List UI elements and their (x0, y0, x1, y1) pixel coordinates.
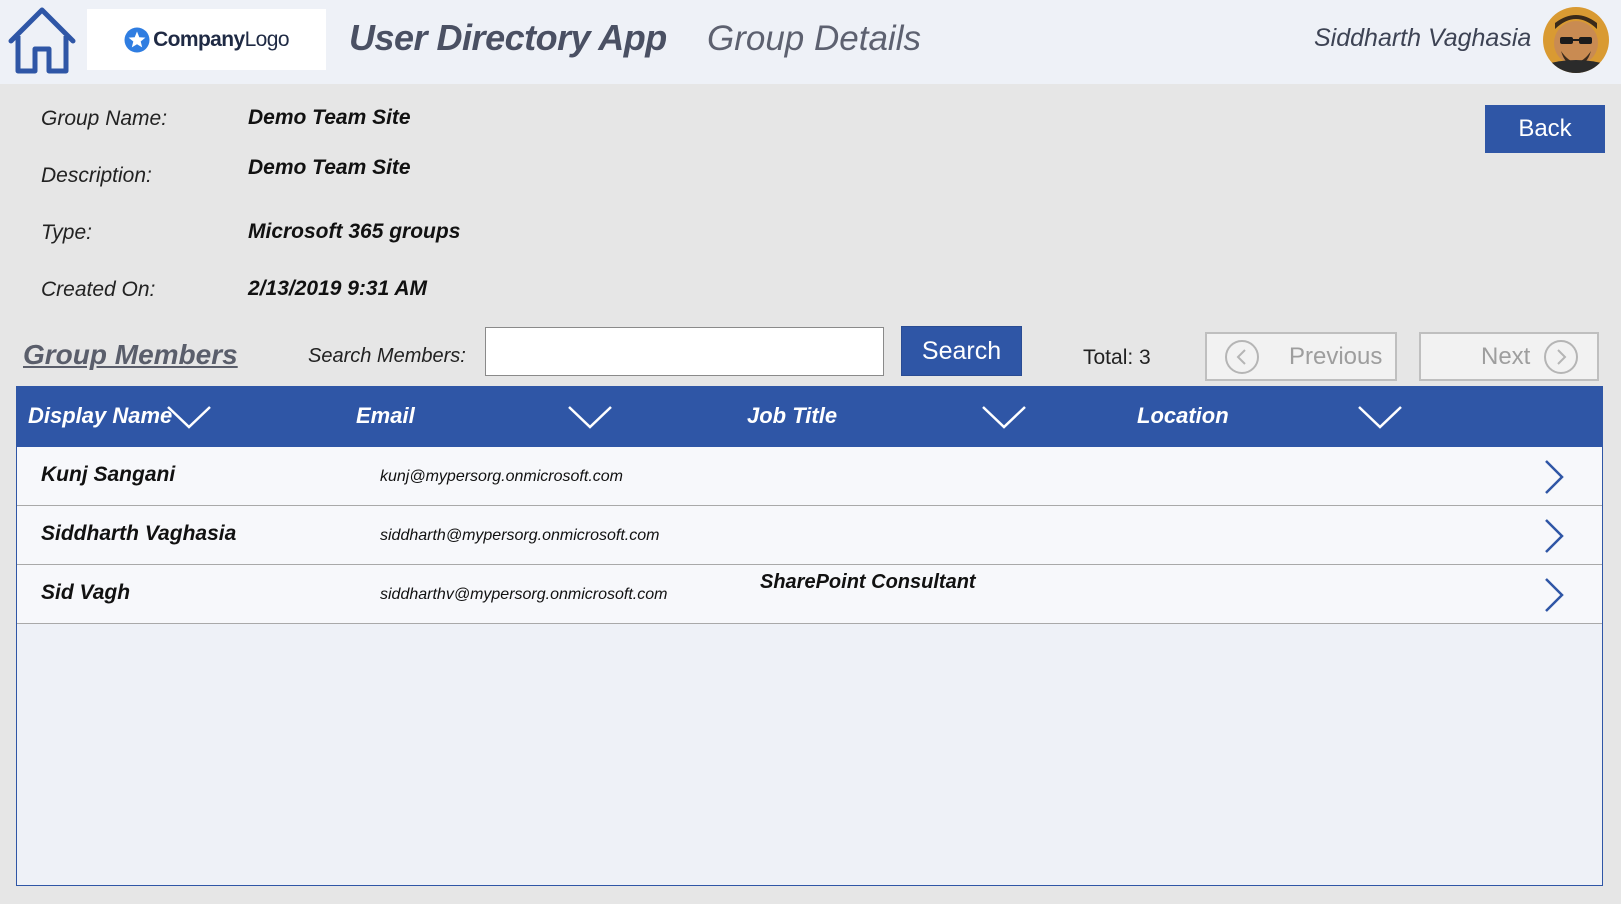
app-header: CompanyLogo User Directory App Group Det… (0, 0, 1621, 84)
previous-label: Previous (1289, 342, 1383, 370)
member-display-name: Siddharth Vaghasia (41, 522, 237, 545)
home-button[interactable] (6, 5, 78, 75)
logo-text-company: Company (153, 27, 245, 51)
chevron-left-circle-icon (1225, 339, 1259, 374)
member-email: siddharth@mypersorg.onmicrosoft.com (380, 527, 660, 544)
member-display-name: Sid Vagh (41, 581, 131, 604)
chevron-right-icon[interactable] (1541, 458, 1567, 496)
chevron-right-circle-icon (1544, 339, 1579, 374)
user-avatar-image (1543, 7, 1609, 73)
column-header-email[interactable]: Email (356, 403, 415, 429)
description-value: Demo Team Site (248, 156, 411, 179)
home-icon (8, 7, 76, 74)
search-members-input[interactable] (485, 327, 884, 376)
chevron-down-icon[interactable] (980, 403, 1028, 431)
chevron-right-icon[interactable] (1541, 576, 1567, 614)
current-user-name: Siddharth Vaghasia (1314, 24, 1532, 52)
logo-text-logo: Logo (244, 27, 290, 51)
group-name-label: Group Name: (41, 107, 168, 130)
app-title: User Directory App (349, 17, 667, 58)
member-email: kunj@mypersorg.onmicrosoft.com (380, 468, 623, 485)
column-header-job-title[interactable]: Job Title (747, 403, 837, 429)
previous-button[interactable]: Previous (1205, 332, 1397, 381)
total-count: Total: 3 (1083, 346, 1151, 369)
type-value: Microsoft 365 groups (248, 220, 461, 243)
column-header-display-name[interactable]: Display Name (28, 403, 172, 429)
created-on-value: 2/13/2019 9:31 AM (248, 277, 428, 300)
next-label: Next (1481, 342, 1531, 370)
search-members-label: Search Members: (308, 345, 466, 367)
star-icon (124, 27, 150, 52)
next-button[interactable]: Next (1419, 332, 1599, 381)
grid-header: Display Name Email Job Title Location (17, 387, 1602, 447)
chevron-down-icon[interactable] (566, 403, 614, 431)
group-members-title: Group Members (23, 339, 238, 370)
member-email: siddharthv@mypersorg.onmicrosoft.com (380, 586, 668, 603)
avatar[interactable] (1543, 7, 1609, 73)
back-button[interactable]: Back (1485, 105, 1605, 153)
members-grid: Display Name Email Job Title Location Ku… (16, 386, 1603, 886)
table-row[interactable]: Kunj Sangani kunj@mypersorg.onmicrosoft.… (17, 447, 1602, 506)
created-on-label: Created On: (41, 278, 156, 301)
column-header-location[interactable]: Location (1137, 403, 1229, 429)
page-title: Group Details (707, 19, 921, 58)
chevron-right-icon[interactable] (1541, 517, 1567, 555)
chevron-down-icon[interactable] (165, 403, 213, 431)
group-name-value: Demo Team Site (248, 106, 411, 129)
type-label: Type: (41, 221, 92, 244)
description-label: Description: (41, 164, 152, 187)
member-job-title: SharePoint Consultant (760, 571, 976, 593)
company-logo: CompanyLogo (87, 9, 326, 70)
member-display-name: Kunj Sangani (41, 463, 176, 486)
search-button[interactable]: Search (901, 326, 1022, 376)
table-row[interactable]: Sid Vagh siddharthv@mypersorg.onmicrosof… (17, 565, 1602, 624)
chevron-down-icon[interactable] (1356, 403, 1404, 431)
table-row[interactable]: Siddharth Vaghasia siddharth@mypersorg.o… (17, 506, 1602, 565)
